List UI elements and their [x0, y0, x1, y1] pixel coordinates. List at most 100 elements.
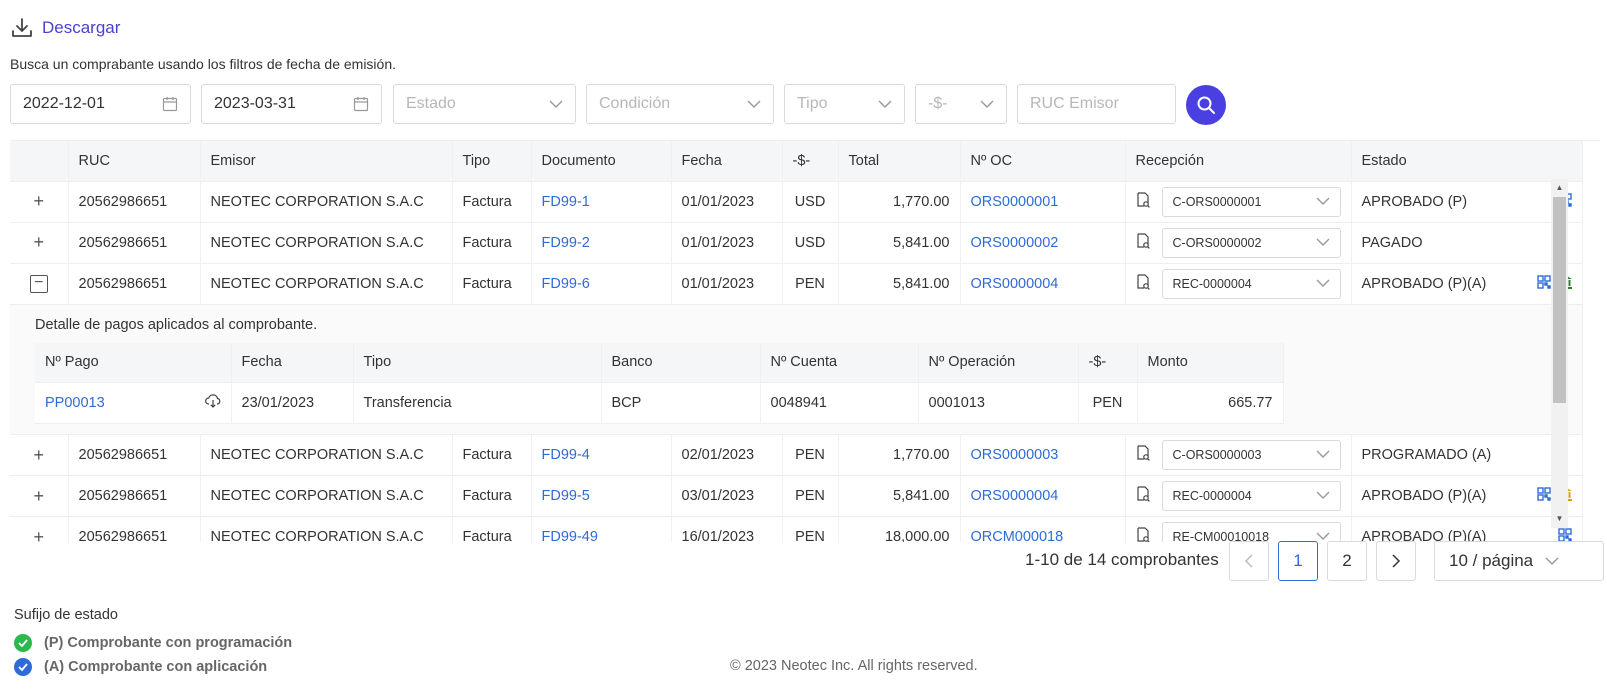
condicion-select[interactable]: Condición	[586, 84, 774, 124]
table-scrollbar[interactable]: ▲ ▼	[1551, 179, 1568, 528]
cell-fecha: 01/01/2023	[671, 222, 783, 264]
table-row[interactable]: − 20562986651 NEOTEC CORPORATION S.A.C Fact…	[10, 263, 1583, 305]
recepcion-select[interactable]: C-ORS0000001	[1161, 186, 1341, 217]
cell-fecha: 16/01/2023	[671, 516, 783, 542]
cell-cuenta: 0048941	[760, 382, 919, 424]
col-operacion[interactable]: Nº Operación	[918, 342, 1079, 383]
col-emisor[interactable]: Emisor	[200, 141, 453, 182]
status-text: APROBADO (P)	[1361, 193, 1468, 210]
table-row[interactable]: +20562986651 NEOTEC CORPORATION S.A.C Fact…	[10, 434, 1583, 476]
ruc-emisor-input[interactable]: RUC Emisor	[1017, 84, 1176, 124]
recepcion-select[interactable]: C-ORS0000003	[1161, 440, 1341, 470]
qr-icon[interactable]	[1536, 487, 1551, 505]
table-row[interactable]: +20562986651 NEOTEC CORPORATION S.A.C Fact…	[10, 475, 1583, 517]
reception-doc-icon[interactable]	[1136, 445, 1150, 465]
expand-icon[interactable]: +	[29, 445, 49, 466]
expand-icon[interactable]: +	[29, 232, 49, 253]
qr-icon[interactable]	[1536, 274, 1551, 293]
download-icon	[12, 18, 32, 37]
reception-doc-icon[interactable]	[1136, 486, 1150, 506]
oc-link[interactable]: ORS0000002	[971, 235, 1059, 251]
table-row[interactable]: +20562986651 NEOTEC CORPORATION S.A.C Fact…	[10, 181, 1583, 223]
qr-icon[interactable]	[1557, 528, 1572, 542]
oc-link[interactable]: ORCM000018	[971, 529, 1064, 542]
scroll-up-icon[interactable]: ▲	[1551, 181, 1568, 195]
search-button[interactable]	[1186, 85, 1226, 125]
next-page-button[interactable]	[1376, 541, 1416, 581]
col-monto[interactable]: Monto	[1137, 342, 1284, 383]
col-moneda[interactable]: -$-	[782, 141, 839, 182]
prev-page-button[interactable]	[1229, 541, 1269, 581]
recepcion-select[interactable]: REC-0000004	[1161, 268, 1341, 299]
oc-link[interactable]: ORS0000003	[971, 447, 1059, 463]
recepcion-select[interactable]: RE-CM00010018	[1161, 522, 1341, 542]
col-banco[interactable]: Banco	[601, 342, 761, 383]
col-cuenta[interactable]: Nº Cuenta	[760, 342, 919, 383]
chevron-left-icon	[1244, 554, 1253, 568]
expand-icon[interactable]: +	[29, 527, 49, 543]
collapse-icon[interactable]: −	[29, 274, 48, 293]
expand-icon[interactable]: +	[29, 191, 49, 212]
comprobantes-table: RUC Emisor Tipo Documento Fecha -$- Tota…	[10, 140, 1600, 542]
payment-row[interactable]: PP00013 23/01/2023 Transferencia BCP 0048941…	[35, 382, 1284, 424]
col-fecha[interactable]: Fecha	[671, 141, 783, 182]
documento-link[interactable]: FD99-2	[542, 235, 590, 251]
col-recepcion[interactable]: Recepción	[1125, 141, 1352, 182]
recepcion-select[interactable]: REC-0000004	[1161, 481, 1341, 511]
table-row[interactable]: +20562986651 NEOTEC CORPORATION S.A.C Fact…	[10, 516, 1583, 543]
col-estado[interactable]: Estado	[1351, 141, 1583, 182]
documento-link[interactable]: FD99-4	[542, 447, 590, 463]
col-oc[interactable]: Nº OC	[960, 141, 1126, 182]
cell-moneda: PEN	[782, 263, 839, 305]
estado-select[interactable]: Estado	[393, 84, 576, 124]
documento-link[interactable]: FD99-5	[542, 488, 590, 504]
cloud-download-icon[interactable]	[204, 394, 221, 412]
col-documento[interactable]: Documento	[531, 141, 672, 182]
page-2-button[interactable]: 2	[1327, 541, 1367, 581]
col-total[interactable]: Total	[838, 141, 961, 182]
documento-link[interactable]: FD99-1	[542, 194, 590, 210]
reception-doc-icon[interactable]	[1136, 273, 1150, 294]
pago-link[interactable]: PP00013	[45, 395, 105, 411]
moneda-select[interactable]: -$-	[915, 84, 1007, 124]
col-pago-moneda[interactable]: -$-	[1078, 342, 1138, 383]
tipo-select[interactable]: Tipo	[784, 84, 905, 124]
scroll-thumb[interactable]	[1553, 197, 1566, 403]
table-header: RUC Emisor Tipo Documento Fecha -$- Tota…	[10, 141, 1583, 182]
download-label: Descargar	[42, 18, 121, 37]
recepcion-select[interactable]: C-ORS0000002	[1161, 227, 1341, 258]
status-text: PAGADO	[1361, 234, 1423, 251]
reception-doc-icon[interactable]	[1136, 527, 1150, 542]
download-button[interactable]: Descargar	[10, 16, 120, 40]
cell-total: 1,770.00	[838, 181, 961, 223]
col-pago-tipo[interactable]: Tipo	[353, 342, 602, 383]
page-size-select[interactable]: 10 / página	[1434, 541, 1604, 581]
date-from-input[interactable]: 2022-12-01	[10, 84, 191, 124]
cell-moneda: PEN	[782, 475, 839, 517]
documento-link[interactable]: FD99-6	[542, 276, 590, 292]
cell-tipo: Factura	[452, 475, 532, 517]
date-to-input[interactable]: 2023-03-31	[201, 84, 382, 124]
cell-monto: 665.77	[1137, 382, 1284, 424]
documento-link[interactable]: FD99-49	[542, 529, 598, 542]
cell-tipo: Factura	[452, 263, 532, 305]
cell-tipo: Factura	[452, 181, 532, 223]
page-1-button[interactable]: 1	[1278, 541, 1318, 581]
expand-icon[interactable]: +	[29, 486, 49, 507]
oc-link[interactable]: ORS0000004	[971, 488, 1059, 504]
scroll-down-icon[interactable]: ▼	[1551, 512, 1568, 526]
oc-link[interactable]: ORS0000001	[971, 194, 1059, 210]
col-pago-fecha[interactable]: Fecha	[231, 342, 354, 383]
reception-doc-icon[interactable]	[1136, 232, 1150, 253]
table-row[interactable]: +20562986651 NEOTEC CORPORATION S.A.C Fact…	[10, 222, 1583, 264]
reception-doc-icon[interactable]	[1136, 191, 1150, 212]
check-circle-icon	[14, 658, 32, 676]
cell-tipo: Factura	[452, 434, 532, 476]
cell-operacion: 0001013	[918, 382, 1079, 424]
col-tipo[interactable]: Tipo	[452, 141, 532, 182]
oc-link[interactable]: ORS0000004	[971, 276, 1059, 292]
col-ruc[interactable]: RUC	[68, 141, 201, 182]
pagination-summary: 1-10 de 14 comprobantes	[1025, 550, 1219, 569]
col-pago[interactable]: Nº Pago	[35, 342, 232, 383]
cell-tipo: Factura	[452, 516, 532, 542]
